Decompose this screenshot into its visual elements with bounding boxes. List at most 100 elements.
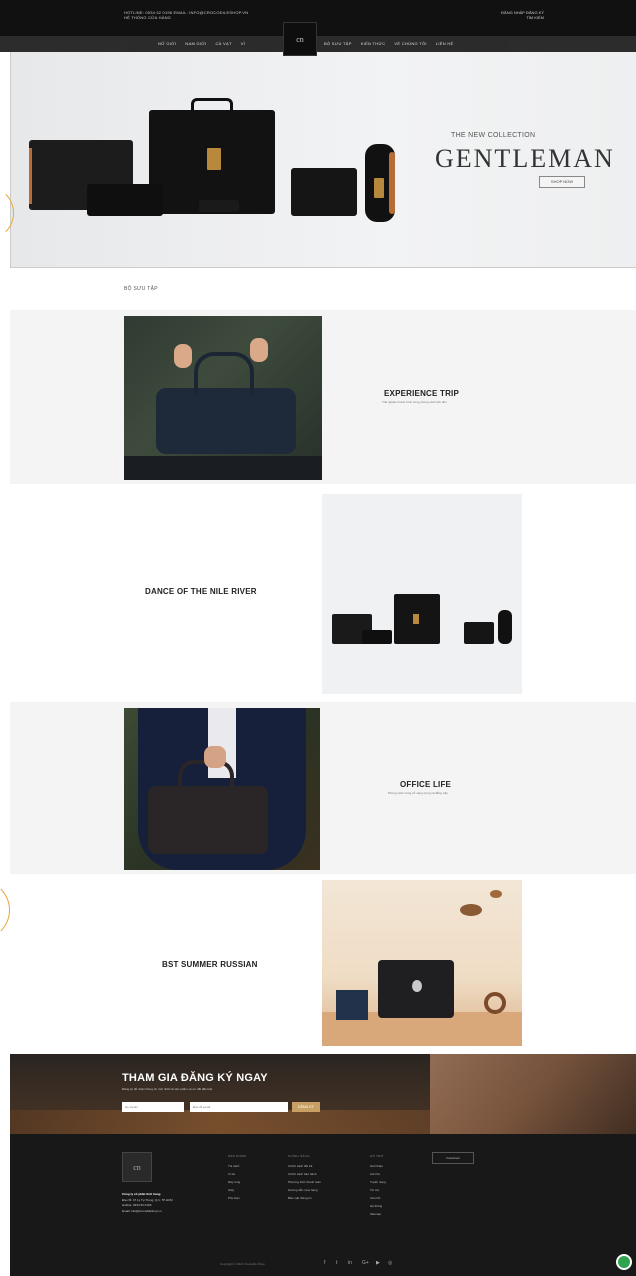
collection-row-dance-of-the-nile-river[interactable]: DANCE OF THE NILE RIVER xyxy=(10,484,636,702)
hero-banner[interactable]: THE NEW COLLECTION GENTLEMAN SHOP NOW xyxy=(10,52,636,268)
linkedin-icon[interactable]: in xyxy=(348,1260,352,1266)
shop-now-button[interactable]: SHOP NOW xyxy=(539,176,585,188)
footer-link[interactable]: Hệ thống xyxy=(370,1202,386,1210)
bag-handle-image xyxy=(194,352,254,396)
nav-item-tie[interactable]: CÀ VẠT xyxy=(215,41,231,46)
nav-item-wallet[interactable]: VÍ xyxy=(241,41,245,46)
footer-link[interactable]: Hướng dẫn mua hàng xyxy=(288,1186,321,1194)
table-image xyxy=(124,456,322,480)
footer-link[interactable]: Phụ kiện xyxy=(228,1194,246,1202)
footer-logo[interactable]: cn xyxy=(122,1152,152,1182)
brand-logo[interactable]: cn xyxy=(283,22,317,56)
footer-link[interactable]: Giày xyxy=(228,1186,246,1194)
clutch-image xyxy=(362,630,392,644)
flying-leaf-image xyxy=(460,904,482,916)
collection-subtitle: Trải nghiệm hành trình cùng phong cách l… xyxy=(382,400,447,404)
hero-subtitle: THE NEW COLLECTION xyxy=(451,132,536,139)
footer-link[interactable]: Sitemap xyxy=(370,1210,386,1218)
belt-roll-image xyxy=(484,992,506,1014)
footer-link[interactable]: Chính sách bảo hành xyxy=(288,1170,321,1178)
newsletter-section: THAM GIA ĐĂNG KÝ NGAY Đăng ký để nhận th… xyxy=(10,1054,636,1134)
hands-leather-image xyxy=(430,1054,636,1134)
contact-info: HOTLINE: 0934 52 0196 EMAIL: INFO@CROCOD… xyxy=(124,10,248,20)
hero-title: GENTLEMAN xyxy=(435,144,615,173)
hero-clasp-image xyxy=(207,148,221,170)
main-nav: NỮ GIỚI NAM GIỚI CÀ VẠT VÍ BỘ SƯU TẬP KIẾN T… xyxy=(0,36,636,52)
nav-item-men[interactable]: NAM GIỚI xyxy=(185,41,206,46)
hero-keychain-image xyxy=(199,200,239,212)
hand-right-image xyxy=(250,338,268,362)
hero-handle-image xyxy=(191,98,233,112)
instagram-icon[interactable]: ◎ xyxy=(388,1260,392,1266)
clasp-image xyxy=(413,614,419,624)
dance-nile-photo[interactable] xyxy=(322,494,522,694)
nav-item-knowledge[interactable]: KIẾN THỨC xyxy=(361,41,386,46)
twitter-icon[interactable]: t xyxy=(336,1260,337,1266)
store-link[interactable]: HỆ THỐNG CỬA HÀNG xyxy=(124,15,248,20)
footer-link[interactable]: Tin tức xyxy=(370,1186,386,1194)
summer-russian-photo[interactable] xyxy=(322,880,522,1046)
belt-image xyxy=(498,610,512,644)
company-email: Email: info@crocodileshop.vn xyxy=(122,1208,162,1213)
top-bar: HOTLINE: 0934 52 0196 EMAIL: INFO@CROCOD… xyxy=(0,0,636,36)
subscribe-button[interactable]: ĐĂNG KÝ xyxy=(292,1102,320,1112)
footer-link[interactable]: Giới thiệu xyxy=(370,1162,386,1170)
collection-row-office-life[interactable]: OFFICE LIFE Phong cách công sở sang trọn… xyxy=(10,702,636,874)
footer-col-title: SẢN PHẨM xyxy=(228,1154,247,1158)
chat-bubble-icon[interactable] xyxy=(616,1254,632,1270)
footer-col-policy: CHÍNH SÁCH Chính sách đổi trả Chính sách… xyxy=(288,1152,321,1202)
name-input[interactable] xyxy=(122,1102,184,1112)
collection-title[interactable]: OFFICE LIFE xyxy=(400,780,451,789)
youtube-icon[interactable]: ▶ xyxy=(376,1260,380,1266)
collection-subtitle: Phong cách công sở sang trọng và đẳng cấ… xyxy=(388,791,448,795)
nav-item-women[interactable]: NỮ GIỚI xyxy=(158,41,176,46)
footer-logo-text: cn xyxy=(133,1162,141,1172)
nav-item-collection[interactable]: BỘ SƯU TẬP xyxy=(324,41,352,46)
collection-title[interactable]: BST SUMMER RUSSIAN xyxy=(162,960,258,969)
footer-link[interactable]: Phương thức thanh toán xyxy=(288,1178,321,1186)
hero-belt-lining-image xyxy=(389,152,395,214)
footer-col-title: CHÍNH SÁCH xyxy=(288,1154,310,1158)
hero-buckle-image xyxy=(374,178,384,198)
footer-link[interactable]: Bảo mật thông tin xyxy=(288,1194,321,1202)
card-wallet-image xyxy=(464,622,494,644)
nav-item-about[interactable]: VỀ CHÚNG TÔI xyxy=(394,41,426,46)
footer-col-products: SẢN PHẨM Túi xách Ví da Dây lưng Giày Ph… xyxy=(228,1152,246,1202)
collection-row-experience-trip[interactable]: EXPERIENCE TRIP Trải nghiệm hành trình c… xyxy=(10,310,636,484)
footer: cn Công ty cổ phần thời trang Địa chỉ: 4… xyxy=(10,1134,636,1276)
footer-col-support: HỖ TRỢ Giới thiệu Liên hệ Tuyển dụng Tin… xyxy=(370,1152,386,1218)
collection-title[interactable]: DANCE OF THE NILE RIVER xyxy=(145,587,257,596)
email-input[interactable] xyxy=(190,1102,288,1112)
company-info: Công ty cổ phần thời trang Địa chỉ: 47 L… xyxy=(122,1192,173,1214)
hero-wallet-edge-image xyxy=(29,148,32,204)
clutch-clasp-image xyxy=(412,980,422,992)
footer-link[interactable]: Câu hỏi xyxy=(370,1194,386,1202)
hero-card-wallet-image xyxy=(291,168,357,216)
footer-link[interactable]: Túi xách xyxy=(228,1162,246,1170)
footer-link[interactable]: Ví da xyxy=(228,1170,246,1178)
hand-image xyxy=(204,746,226,768)
footer-link[interactable]: Dây lưng xyxy=(228,1178,246,1186)
experience-trip-photo[interactable] xyxy=(124,316,322,480)
newsletter-title: THAM GIA ĐĂNG KÝ NGAY xyxy=(122,1072,268,1084)
flying-leaf-image xyxy=(490,890,502,898)
collection-title[interactable]: EXPERIENCE TRIP xyxy=(384,389,459,398)
account-links: ĐĂNG NHẬP ĐĂNG KÝ TÌM KIẾM xyxy=(501,10,544,20)
search-link[interactable]: TÌM KIẾM xyxy=(501,15,544,20)
footer-link[interactable]: Liên hệ xyxy=(370,1170,386,1178)
nav-item-contact[interactable]: LIÊN HỆ xyxy=(436,41,454,46)
google-plus-icon[interactable]: G+ xyxy=(362,1260,369,1266)
nav-right: BỘ SƯU TẬP KIẾN THỨC VỀ CHÚNG TÔI LIÊN HỆ xyxy=(324,41,463,46)
footer-link[interactable]: Tuyển dụng xyxy=(370,1178,386,1186)
facebook-icon[interactable]: f xyxy=(324,1260,325,1266)
gift-box-image xyxy=(336,990,368,1020)
footer-link[interactable]: Chính sách đổi trả xyxy=(288,1162,321,1170)
leather-strip-image xyxy=(10,1110,430,1134)
collection-row-bst-summer-russian[interactable]: BST SUMMER RUSSIAN xyxy=(10,874,636,1054)
page: HOTLINE: 0934 52 0196 EMAIL: INFO@CROCOD… xyxy=(0,0,636,1276)
decor-curve-bottom xyxy=(0,880,10,940)
hero-clutch-image xyxy=(87,184,163,216)
office-life-photo[interactable] xyxy=(124,708,320,870)
facebook-widget[interactable]: Facebook xyxy=(432,1152,474,1164)
newsletter-description: Đăng ký để nhận thông tin mới nhất về sả… xyxy=(122,1087,213,1091)
